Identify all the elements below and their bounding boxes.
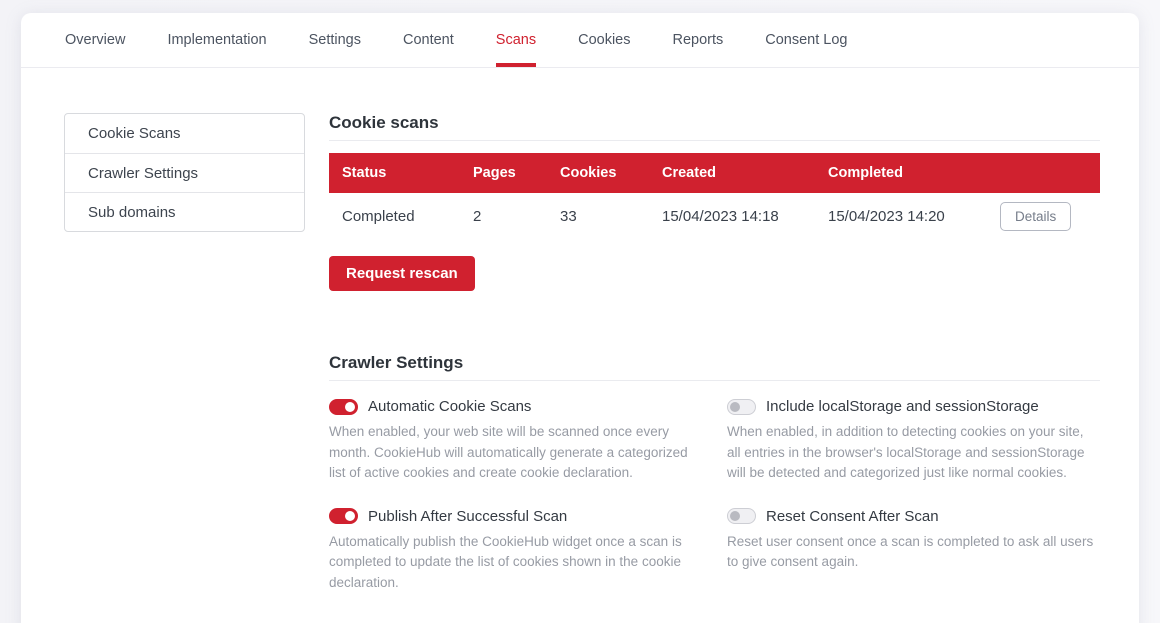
setting-description: Automatically publish the CookieHub widg… bbox=[329, 532, 694, 594]
scans-main-panel: Cookie scans Status Pages Cookies Create… bbox=[329, 113, 1100, 593]
column-header-completed: Completed bbox=[815, 153, 987, 193]
scan-created-cell: 15/04/2023 14:18 bbox=[649, 193, 815, 239]
column-header-created: Created bbox=[649, 153, 815, 193]
sidebar-item-cookie-scans[interactable]: Cookie Scans bbox=[65, 114, 304, 153]
scan-cookies-cell: 33 bbox=[547, 193, 649, 239]
setting-label: Publish After Successful Scan bbox=[368, 508, 567, 525]
setting-label: Automatic Cookie Scans bbox=[368, 398, 531, 415]
tab-content[interactable]: Content bbox=[382, 13, 475, 67]
tab-consent-log[interactable]: Consent Log bbox=[744, 13, 868, 67]
reset-consent-toggle[interactable] bbox=[727, 508, 756, 524]
details-button[interactable]: Details bbox=[1000, 202, 1071, 231]
scan-status-cell: Completed bbox=[329, 193, 460, 239]
tab-implementation[interactable]: Implementation bbox=[146, 13, 287, 67]
setting-publish-after-scan: Publish After Successful Scan Automatica… bbox=[329, 508, 694, 594]
column-header-pages: Pages bbox=[460, 153, 547, 193]
setting-description: When enabled, your web site will be scan… bbox=[329, 422, 694, 484]
toggle-knob bbox=[730, 511, 740, 521]
tab-overview[interactable]: Overview bbox=[44, 13, 146, 67]
column-header-status: Status bbox=[329, 153, 460, 193]
toggle-knob bbox=[345, 511, 355, 521]
scans-sidebar: Cookie Scans Crawler Settings Sub domain… bbox=[64, 113, 305, 232]
sidebar-item-sub-domains[interactable]: Sub domains bbox=[65, 192, 304, 231]
column-header-cookies: Cookies bbox=[547, 153, 649, 193]
table-row: Completed 2 33 15/04/2023 14:18 15/04/20… bbox=[329, 193, 1100, 239]
setting-label: Reset Consent After Scan bbox=[766, 508, 939, 525]
publish-after-scan-toggle[interactable] bbox=[329, 508, 358, 524]
scan-completed-cell: 15/04/2023 14:20 bbox=[815, 193, 987, 239]
include-localstorage-toggle[interactable] bbox=[727, 399, 756, 415]
crawler-settings-grid: Automatic Cookie Scans When enabled, you… bbox=[329, 398, 1100, 593]
main-tabbar: Overview Implementation Settings Content… bbox=[21, 13, 1139, 68]
setting-include-localstorage: Include localStorage and sessionStorage … bbox=[727, 398, 1100, 484]
tab-settings[interactable]: Settings bbox=[288, 13, 382, 67]
tab-scans[interactable]: Scans bbox=[475, 13, 557, 67]
toggle-knob bbox=[730, 402, 740, 412]
cookie-scans-table: Status Pages Cookies Created Completed C… bbox=[329, 153, 1100, 239]
column-header-actions bbox=[987, 153, 1100, 193]
table-header-row: Status Pages Cookies Created Completed bbox=[329, 153, 1100, 193]
content-card: Overview Implementation Settings Content… bbox=[21, 13, 1139, 623]
setting-description: Reset user consent once a scan is comple… bbox=[727, 532, 1100, 573]
tab-reports[interactable]: Reports bbox=[651, 13, 744, 67]
scan-actions-cell: Details bbox=[987, 193, 1100, 239]
request-rescan-button[interactable]: Request rescan bbox=[329, 256, 475, 291]
tab-cookies[interactable]: Cookies bbox=[557, 13, 651, 67]
setting-reset-consent: Reset Consent After Scan Reset user cons… bbox=[727, 508, 1100, 594]
setting-description: When enabled, in addition to detecting c… bbox=[727, 422, 1100, 484]
automatic-cookie-scans-toggle[interactable] bbox=[329, 399, 358, 415]
sidebar-item-crawler-settings[interactable]: Crawler Settings bbox=[65, 153, 304, 192]
crawler-settings-title: Crawler Settings bbox=[329, 353, 1100, 381]
setting-label: Include localStorage and sessionStorage bbox=[766, 398, 1039, 415]
scan-pages-cell: 2 bbox=[460, 193, 547, 239]
setting-automatic-cookie-scans: Automatic Cookie Scans When enabled, you… bbox=[329, 398, 694, 484]
cookie-scans-title: Cookie scans bbox=[329, 113, 1100, 141]
toggle-knob bbox=[345, 402, 355, 412]
